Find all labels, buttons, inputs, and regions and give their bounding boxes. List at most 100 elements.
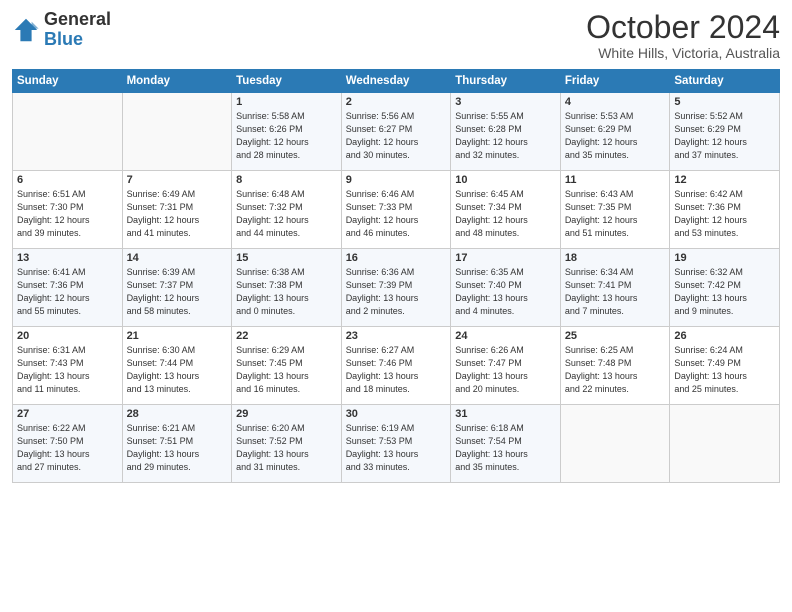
day-info: Sunrise: 6:41 AM Sunset: 7:36 PM Dayligh… (17, 266, 118, 318)
day-number: 29 (236, 408, 337, 420)
day-info: Sunrise: 5:58 AM Sunset: 6:26 PM Dayligh… (236, 110, 337, 162)
day-number: 12 (674, 174, 775, 186)
calendar-header-row: SundayMondayTuesdayWednesdayThursdayFrid… (13, 70, 780, 93)
day-number: 14 (127, 252, 228, 264)
day-info: Sunrise: 6:45 AM Sunset: 7:34 PM Dayligh… (455, 188, 556, 240)
calendar-cell: 8Sunrise: 6:48 AM Sunset: 7:32 PM Daylig… (232, 171, 342, 249)
day-info: Sunrise: 6:49 AM Sunset: 7:31 PM Dayligh… (127, 188, 228, 240)
calendar-cell (13, 93, 123, 171)
day-number: 2 (346, 96, 447, 108)
day-info: Sunrise: 6:20 AM Sunset: 7:52 PM Dayligh… (236, 422, 337, 474)
calendar-cell (670, 405, 780, 483)
day-number: 26 (674, 330, 775, 342)
logo-text: General Blue (44, 10, 111, 50)
calendar-cell: 20Sunrise: 6:31 AM Sunset: 7:43 PM Dayli… (13, 327, 123, 405)
day-header-thursday: Thursday (451, 70, 561, 93)
calendar-cell: 16 Sunrise: 6:36 AM Sunset: 7:39 PM Dayli… (341, 249, 451, 327)
day-number: 25 (565, 330, 666, 342)
day-info: Sunrise: 6:38 AM Sunset: 7:38 PM Dayligh… (236, 266, 337, 318)
day-info: Sunrise: 5:56 AM Sunset: 6:27 PM Dayligh… (346, 110, 447, 162)
calendar-cell: 21 Sunrise: 6:30 AM Sunset: 7:44 PM Dayli… (122, 327, 232, 405)
day-info: Sunrise: 6:36 AM Sunset: 7:39 PM Dayligh… (346, 266, 447, 318)
day-header-tuesday: Tuesday (232, 70, 342, 93)
calendar-cell: 1 Sunrise: 5:58 AM Sunset: 6:26 PM Daylig… (232, 93, 342, 171)
day-number: 30 (346, 408, 447, 420)
calendar-cell: 14 Sunrise: 6:39 AM Sunset: 7:37 PM Dayli… (122, 249, 232, 327)
calendar-cell: 12Sunrise: 6:42 AM Sunset: 7:36 PM Dayli… (670, 171, 780, 249)
calendar-cell: 24 Sunrise: 6:26 AM Sunset: 7:47 PM Dayli… (451, 327, 561, 405)
calendar-cell: 19Sunrise: 6:32 AM Sunset: 7:42 PM Dayli… (670, 249, 780, 327)
day-number: 10 (455, 174, 556, 186)
day-info: Sunrise: 6:34 AM Sunset: 7:41 PM Dayligh… (565, 266, 666, 318)
day-info: Sunrise: 6:46 AM Sunset: 7:33 PM Dayligh… (346, 188, 447, 240)
day-number: 17 (455, 252, 556, 264)
day-number: 31 (455, 408, 556, 420)
day-number: 24 (455, 330, 556, 342)
day-info: Sunrise: 6:27 AM Sunset: 7:46 PM Dayligh… (346, 344, 447, 396)
calendar-cell: 31Sunrise: 6:18 AM Sunset: 7:54 PM Dayli… (451, 405, 561, 483)
calendar-cell: 29 Sunrise: 6:20 AM Sunset: 7:52 PM Dayli… (232, 405, 342, 483)
calendar-week-row: 6Sunrise: 6:51 AM Sunset: 7:30 PM Daylig… (13, 171, 780, 249)
day-header-friday: Friday (560, 70, 670, 93)
day-number: 13 (17, 252, 118, 264)
calendar-cell: 27 Sunrise: 6:22 AM Sunset: 7:50 PM Dayli… (13, 405, 123, 483)
calendar-cell (122, 93, 232, 171)
calendar-cell: 23 Sunrise: 6:27 AM Sunset: 7:46 PM Dayli… (341, 327, 451, 405)
logo: General Blue (12, 10, 111, 50)
calendar-cell: 13 Sunrise: 6:41 AM Sunset: 7:36 PM Dayli… (13, 249, 123, 327)
calendar-table: SundayMondayTuesdayWednesdayThursdayFrid… (12, 69, 780, 483)
day-info: Sunrise: 6:21 AM Sunset: 7:51 PM Dayligh… (127, 422, 228, 474)
day-header-saturday: Saturday (670, 70, 780, 93)
calendar-cell: 18 Sunrise: 6:34 AM Sunset: 7:41 PM Dayli… (560, 249, 670, 327)
day-info: Sunrise: 6:26 AM Sunset: 7:47 PM Dayligh… (455, 344, 556, 396)
day-header-wednesday: Wednesday (341, 70, 451, 93)
header: General Blue October 2024 White Hills, V… (12, 10, 780, 61)
calendar-cell: 17 Sunrise: 6:35 AM Sunset: 7:40 PM Dayli… (451, 249, 561, 327)
calendar-cell: 3Sunrise: 5:55 AM Sunset: 6:28 PM Daylig… (451, 93, 561, 171)
location-subtitle: White Hills, Victoria, Australia (586, 45, 780, 61)
calendar-week-row: 27 Sunrise: 6:22 AM Sunset: 7:50 PM Dayli… (13, 405, 780, 483)
day-info: Sunrise: 6:19 AM Sunset: 7:53 PM Dayligh… (346, 422, 447, 474)
day-number: 19 (674, 252, 775, 264)
day-info: Sunrise: 6:24 AM Sunset: 7:49 PM Dayligh… (674, 344, 775, 396)
day-info: Sunrise: 6:30 AM Sunset: 7:44 PM Dayligh… (127, 344, 228, 396)
calendar-cell: 22 Sunrise: 6:29 AM Sunset: 7:45 PM Dayli… (232, 327, 342, 405)
day-number: 21 (127, 330, 228, 342)
day-number: 11 (565, 174, 666, 186)
calendar-cell: 15 Sunrise: 6:38 AM Sunset: 7:38 PM Dayli… (232, 249, 342, 327)
day-number: 16 (346, 252, 447, 264)
day-number: 5 (674, 96, 775, 108)
day-number: 7 (127, 174, 228, 186)
calendar-cell: 25 Sunrise: 6:25 AM Sunset: 7:48 PM Dayli… (560, 327, 670, 405)
day-info: Sunrise: 6:48 AM Sunset: 7:32 PM Dayligh… (236, 188, 337, 240)
day-info: Sunrise: 6:22 AM Sunset: 7:50 PM Dayligh… (17, 422, 118, 474)
title-area: October 2024 White Hills, Victoria, Aust… (586, 10, 780, 61)
day-info: Sunrise: 5:53 AM Sunset: 6:29 PM Dayligh… (565, 110, 666, 162)
day-number: 22 (236, 330, 337, 342)
calendar-week-row: 1 Sunrise: 5:58 AM Sunset: 6:26 PM Daylig… (13, 93, 780, 171)
day-info: Sunrise: 6:29 AM Sunset: 7:45 PM Dayligh… (236, 344, 337, 396)
day-number: 23 (346, 330, 447, 342)
day-info: Sunrise: 6:35 AM Sunset: 7:40 PM Dayligh… (455, 266, 556, 318)
calendar-cell: 26 Sunrise: 6:24 AM Sunset: 7:49 PM Dayli… (670, 327, 780, 405)
page: General Blue October 2024 White Hills, V… (0, 0, 792, 612)
day-number: 9 (346, 174, 447, 186)
calendar-cell: 5Sunrise: 5:52 AM Sunset: 6:29 PM Daylig… (670, 93, 780, 171)
day-number: 3 (455, 96, 556, 108)
day-info: Sunrise: 6:39 AM Sunset: 7:37 PM Dayligh… (127, 266, 228, 318)
day-number: 18 (565, 252, 666, 264)
calendar-cell: 11 Sunrise: 6:43 AM Sunset: 7:35 PM Dayli… (560, 171, 670, 249)
day-number: 28 (127, 408, 228, 420)
logo-icon (12, 16, 40, 44)
calendar-cell: 6Sunrise: 6:51 AM Sunset: 7:30 PM Daylig… (13, 171, 123, 249)
day-info: Sunrise: 6:25 AM Sunset: 7:48 PM Dayligh… (565, 344, 666, 396)
day-number: 1 (236, 96, 337, 108)
calendar-week-row: 20Sunrise: 6:31 AM Sunset: 7:43 PM Dayli… (13, 327, 780, 405)
calendar-cell: 30 Sunrise: 6:19 AM Sunset: 7:53 PM Dayli… (341, 405, 451, 483)
month-title: October 2024 (586, 10, 780, 45)
day-number: 15 (236, 252, 337, 264)
day-info: Sunrise: 6:43 AM Sunset: 7:35 PM Dayligh… (565, 188, 666, 240)
day-info: Sunrise: 6:51 AM Sunset: 7:30 PM Dayligh… (17, 188, 118, 240)
day-number: 4 (565, 96, 666, 108)
day-number: 27 (17, 408, 118, 420)
